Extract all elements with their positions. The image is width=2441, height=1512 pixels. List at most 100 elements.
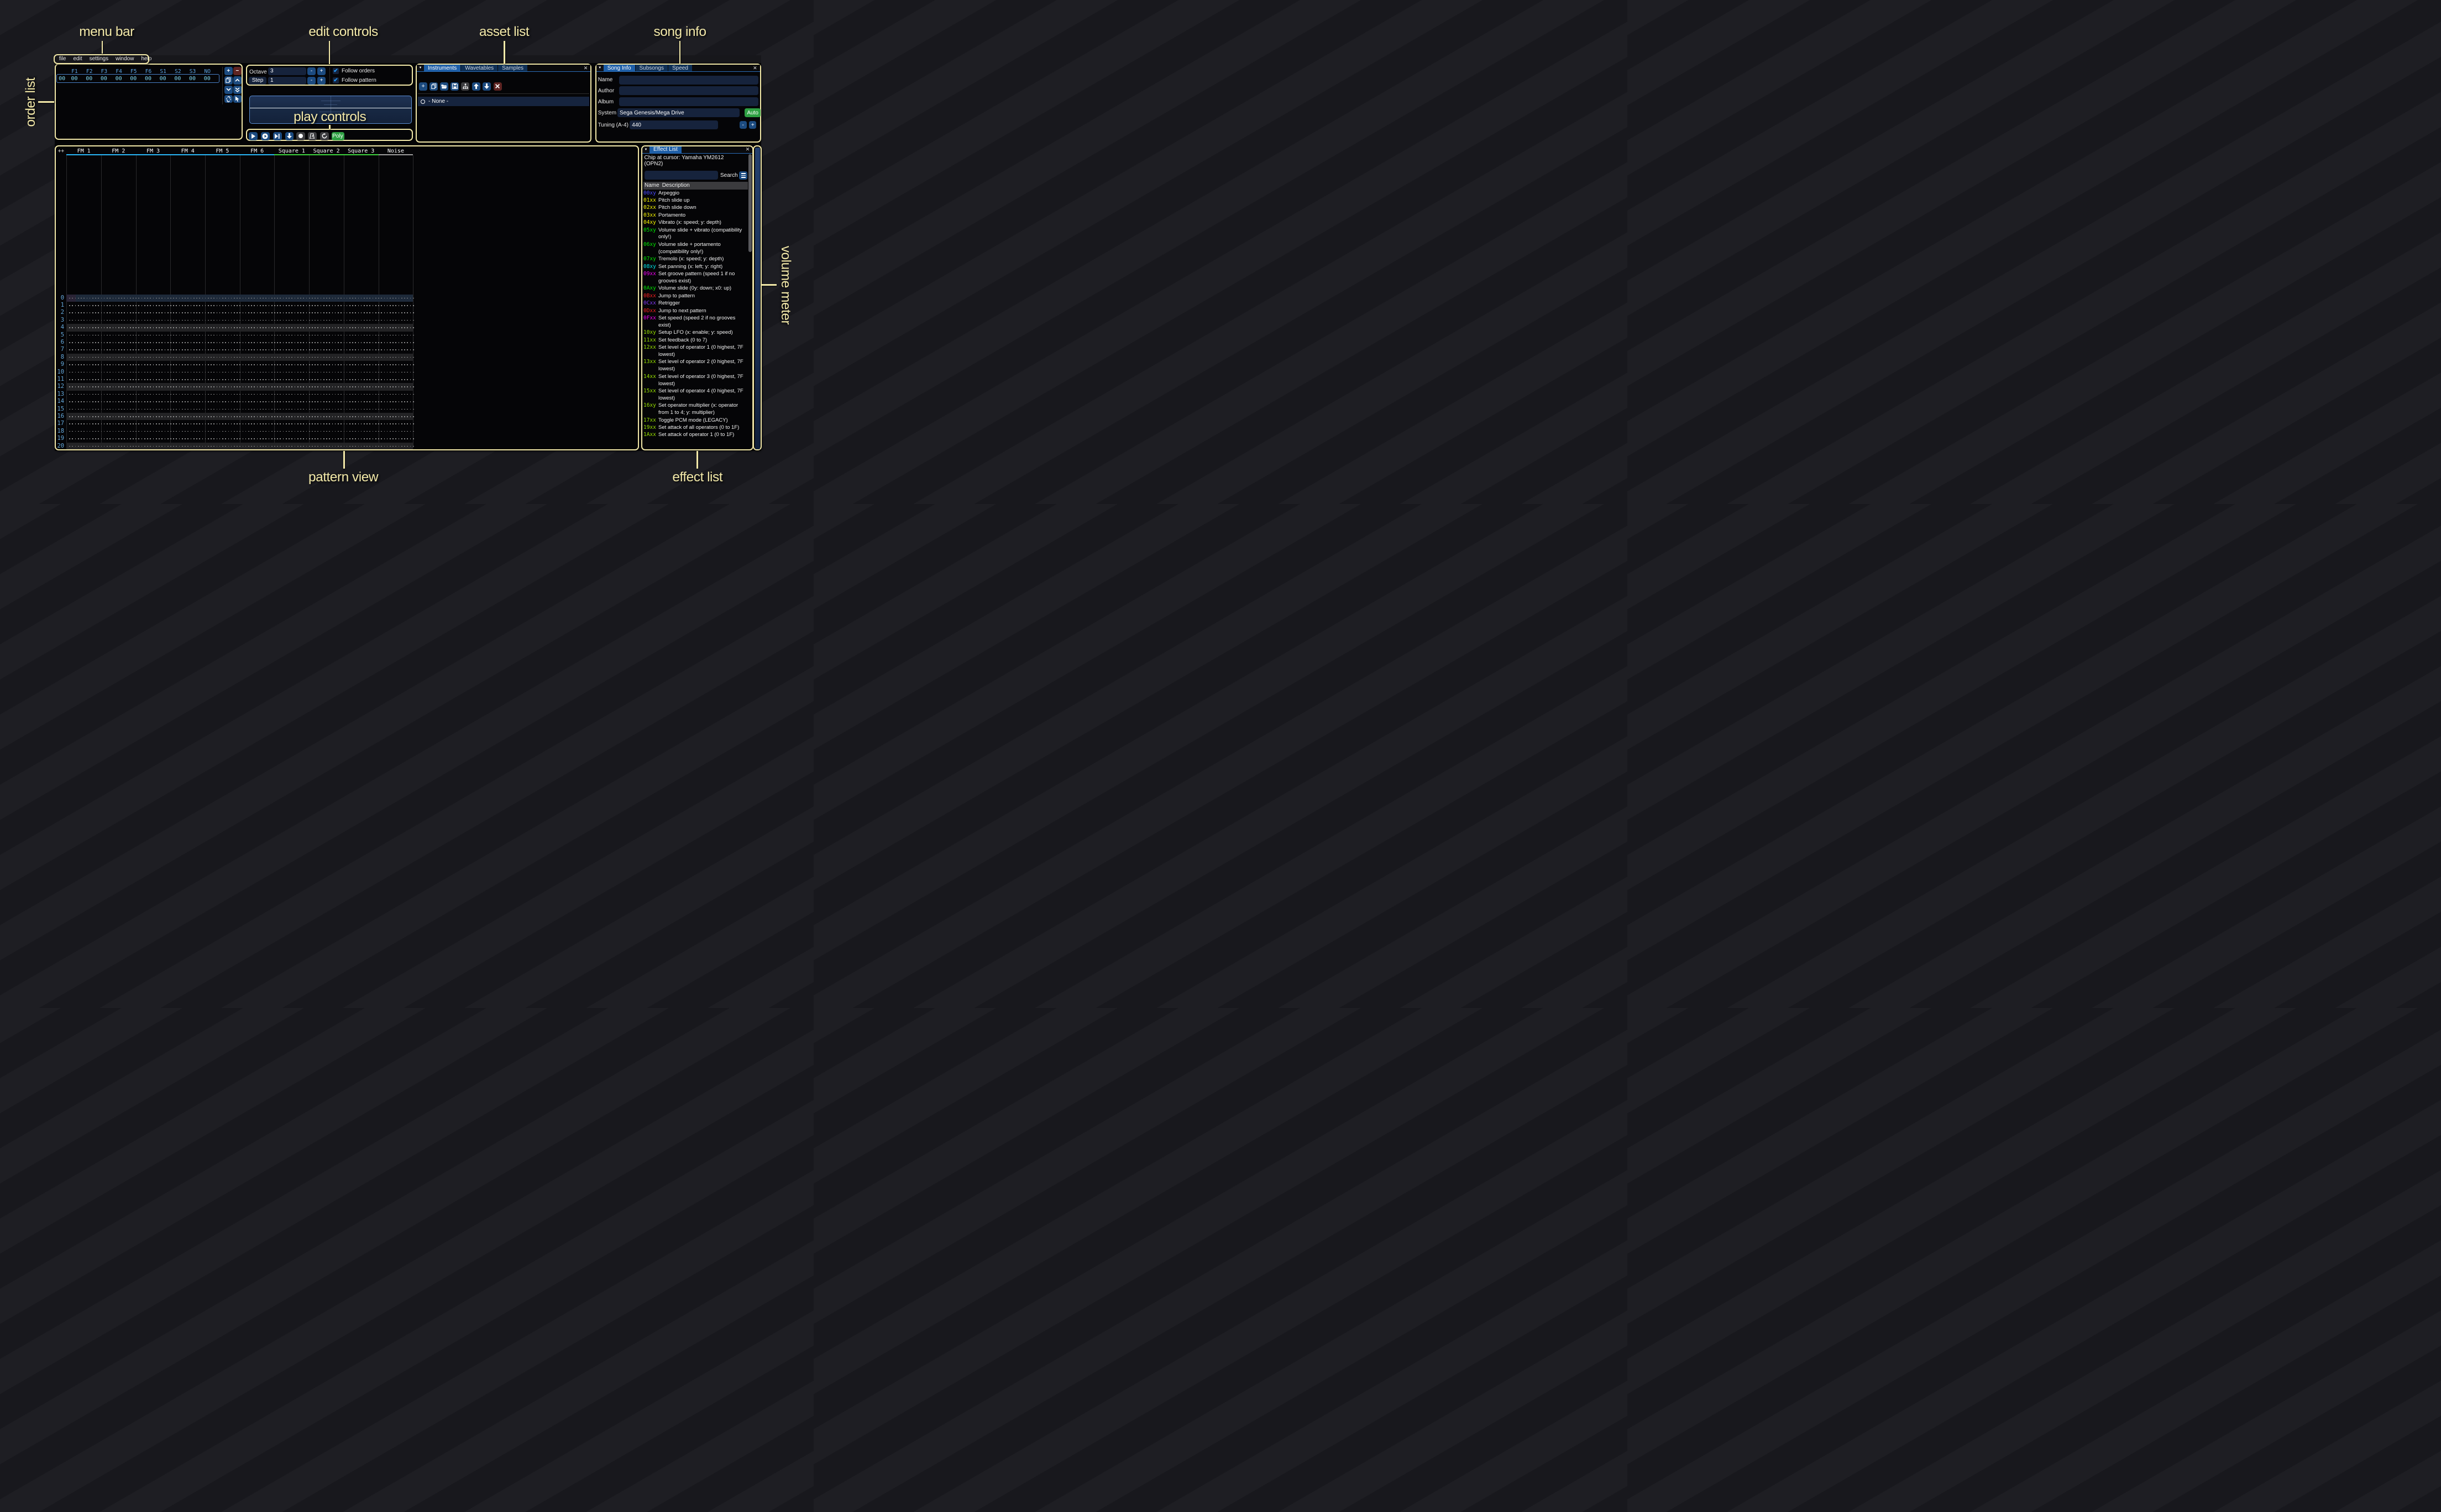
pattern-cell[interactable] (378, 354, 413, 361)
pattern-cell[interactable] (66, 443, 101, 450)
step-row-button[interactable] (273, 132, 282, 140)
pattern-cell[interactable] (344, 376, 379, 383)
system-input[interactable]: Sega Genesis/Mega Drive (617, 108, 740, 117)
pattern-cell[interactable] (205, 324, 240, 331)
pattern-cell[interactable] (240, 346, 275, 353)
pattern-cell[interactable] (240, 406, 275, 413)
pattern-cell[interactable] (274, 383, 309, 390)
pattern-cell[interactable] (135, 398, 170, 405)
pattern-cell[interactable] (309, 317, 344, 324)
pattern-cell[interactable] (274, 413, 309, 420)
pattern-cell[interactable] (309, 295, 344, 302)
octave-input[interactable]: 3 (268, 67, 306, 75)
pattern-cell[interactable] (135, 295, 170, 302)
pattern-cell[interactable] (274, 295, 309, 302)
pattern-cell[interactable] (66, 391, 101, 398)
pattern-cell[interactable] (66, 361, 101, 368)
channel-header-square-3[interactable]: Square 3 (344, 148, 379, 154)
pattern-cell[interactable] (101, 391, 136, 398)
pattern-cell[interactable] (101, 309, 136, 316)
effect-row[interactable]: 02xxPitch slide down (643, 204, 748, 212)
pattern-cell[interactable] (274, 317, 309, 324)
pattern-row[interactable]: 3 (56, 317, 413, 324)
effect-row[interactable]: 10xySetup LFO (x: enable; y: speed) (643, 329, 748, 337)
pattern-cell[interactable] (344, 428, 379, 435)
duplicate-asset-button[interactable] (429, 82, 438, 91)
order-row-selected[interactable]: 00 00000000000000000000 (56, 74, 219, 83)
pattern-cell[interactable] (274, 376, 309, 383)
pattern-row[interactable]: 15 (56, 406, 413, 413)
pattern-cell[interactable] (205, 354, 240, 361)
open-asset-button[interactable] (440, 82, 448, 91)
add-order-button[interactable]: + (224, 67, 233, 75)
pattern-cell[interactable] (135, 324, 170, 331)
pattern-cell[interactable] (274, 346, 309, 353)
tuning-input[interactable]: 440 (630, 120, 718, 129)
effect-row[interactable]: 06xyVolume slide + portamento (compatibi… (643, 242, 748, 256)
pattern-cell[interactable] (101, 413, 136, 420)
pattern-row[interactable]: 5 (56, 332, 413, 339)
pattern-cell[interactable] (101, 406, 136, 413)
octave-minus-button[interactable]: - (307, 67, 316, 75)
pattern-cell[interactable] (66, 309, 101, 316)
pattern-cell[interactable] (344, 391, 379, 398)
pattern-cell[interactable] (205, 317, 240, 324)
pattern-row[interactable]: 12 (56, 383, 413, 390)
pattern-row[interactable]: 8 (56, 354, 413, 361)
order-cell-value[interactable]: 00 (170, 76, 185, 82)
effect-row[interactable]: 0FxxSet speed (speed 2 if no grooves exi… (643, 315, 748, 329)
move-down-button[interactable] (285, 132, 294, 140)
play-button[interactable] (249, 132, 258, 140)
pattern-row[interactable]: 6 (56, 339, 413, 346)
pattern-cell[interactable] (205, 406, 240, 413)
order-cell-value[interactable]: 00 (155, 76, 170, 82)
pattern-cell[interactable] (274, 443, 309, 450)
pattern-cell[interactable] (170, 332, 205, 339)
pattern-cell[interactable] (205, 309, 240, 316)
pattern-cell[interactable] (135, 435, 170, 442)
order-cell-value[interactable]: 00 (126, 76, 141, 82)
pattern-cell[interactable] (240, 295, 275, 302)
effect-row[interactable]: 08xySet panning (x: left; y: right) (643, 263, 748, 270)
pattern-cell[interactable] (240, 302, 275, 309)
pattern-cell[interactable] (274, 428, 309, 435)
pattern-cell[interactable] (66, 324, 101, 331)
menu-item-file[interactable]: file (59, 56, 66, 62)
metronome-button[interactable] (308, 132, 317, 140)
pattern-cell[interactable] (378, 295, 413, 302)
add-asset-button[interactable]: + (419, 82, 427, 91)
pattern-cell[interactable] (309, 376, 344, 383)
author-input[interactable] (619, 86, 758, 95)
follow-orders-checkbox[interactable]: ✔ Follow orders (333, 68, 375, 74)
pattern-row[interactable]: 4 (56, 324, 413, 331)
pattern-cell[interactable] (240, 391, 275, 398)
pattern-cell[interactable] (66, 339, 101, 346)
pattern-cell[interactable] (378, 361, 413, 368)
pattern-cell[interactable] (101, 354, 136, 361)
pattern-cell[interactable] (135, 383, 170, 390)
pattern-cell[interactable] (378, 435, 413, 442)
pattern-cell[interactable] (344, 435, 379, 442)
pattern-cell[interactable] (205, 428, 240, 435)
pattern-cell[interactable] (240, 413, 275, 420)
pattern-cell[interactable] (378, 309, 413, 316)
effect-row[interactable]: 04xyVibrato (x: speed; y: depth) (643, 219, 748, 227)
pattern-cell[interactable] (170, 443, 205, 450)
pattern-cell[interactable] (135, 369, 170, 376)
pattern-cell[interactable] (378, 324, 413, 331)
pattern-cell[interactable] (205, 420, 240, 427)
pattern-cell[interactable] (101, 383, 136, 390)
pattern-cell[interactable] (101, 369, 136, 376)
album-input[interactable] (619, 97, 758, 106)
pattern-cell[interactable] (344, 361, 379, 368)
pattern-cell[interactable] (135, 376, 170, 383)
pattern-expand-button[interactable]: ++ (58, 148, 64, 154)
pattern-cell[interactable] (135, 317, 170, 324)
pattern-cell[interactable] (378, 317, 413, 324)
pattern-cell[interactable] (240, 361, 275, 368)
pattern-cell[interactable] (135, 354, 170, 361)
pattern-cell[interactable] (205, 383, 240, 390)
effect-row[interactable]: 19xxSet attack of all operators (0 to 1F… (643, 424, 748, 432)
channel-header-fm-3[interactable]: FM 3 (136, 148, 171, 154)
pattern-row[interactable]: 19 (56, 435, 413, 442)
